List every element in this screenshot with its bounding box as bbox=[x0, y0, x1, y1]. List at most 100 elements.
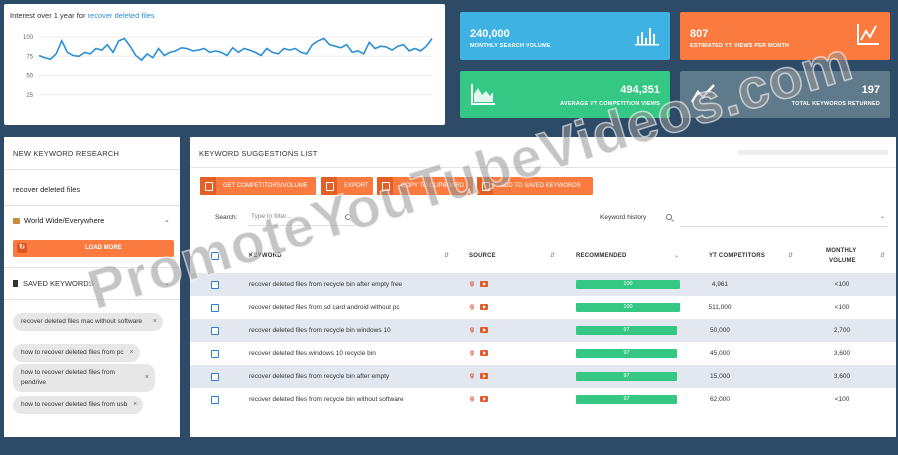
copy-to-clipboard-button[interactable]: COPY TO CLIPBOARD bbox=[377, 177, 473, 195]
keyword-cell: recover deleted files windows 10 recycle… bbox=[249, 350, 376, 357]
keyword-cell: recover deleted files from recycle bin a… bbox=[249, 281, 403, 288]
recommended-score-bar: 97 bbox=[576, 326, 677, 335]
chart-icon bbox=[200, 177, 216, 195]
bar-chart-icon bbox=[635, 28, 659, 46]
table-row[interactable]: recover deleted files from recycle bin a… bbox=[190, 273, 896, 296]
volume-cell: <100 bbox=[834, 396, 850, 403]
chevron-down-icon[interactable]: ⌄ bbox=[164, 279, 170, 287]
google-icon: g bbox=[470, 349, 474, 356]
load-more-label: LOAD MORE bbox=[85, 245, 122, 251]
saved-keyword-chip[interactable]: recover deleted files mac without softwa… bbox=[13, 313, 163, 331]
keyword-input[interactable]: recover deleted files bbox=[13, 185, 80, 194]
column-recommended[interactable]: RECOMMENDED bbox=[576, 253, 627, 259]
close-icon[interactable]: × bbox=[133, 400, 137, 411]
close-icon[interactable]: × bbox=[130, 348, 134, 359]
row-checkbox[interactable] bbox=[211, 304, 219, 312]
youtube-icon bbox=[480, 350, 488, 356]
interest-line-chart: 100 75 50 25 bbox=[23, 35, 433, 99]
recommended-score-bar: 97 bbox=[576, 349, 677, 358]
saved-keyword-text: recover deleted files mac without softwa… bbox=[21, 318, 143, 325]
trend-line-icon bbox=[690, 84, 715, 103]
clipboard-icon bbox=[377, 177, 393, 195]
column-volume-line1[interactable]: MONTHLY bbox=[826, 248, 857, 254]
keyword-history-label: Keyword history bbox=[600, 214, 647, 221]
keyword-history-select[interactable] bbox=[680, 226, 888, 227]
loading-progress-bar bbox=[738, 150, 888, 155]
row-checkbox[interactable] bbox=[211, 327, 219, 335]
search-icon[interactable] bbox=[666, 214, 672, 220]
table-row[interactable]: recover deleted files from sd card andro… bbox=[190, 296, 896, 319]
keyword-cell: recover deleted files from recycle bin w… bbox=[249, 327, 391, 334]
select-all-checkbox[interactable] bbox=[211, 252, 219, 260]
divider bbox=[4, 169, 180, 170]
add-to-saved-keywords-button[interactable]: ADD TO SAVED KEYWORDS bbox=[477, 177, 593, 195]
keyword-cell: recover deleted files from recycle bin a… bbox=[249, 373, 390, 380]
sort-icon[interactable]: ⇵ bbox=[444, 252, 449, 259]
y-tick-label: 25 bbox=[26, 93, 33, 99]
saved-keyword-chip[interactable]: how to recover deleted files from pendri… bbox=[13, 364, 155, 392]
competitors-cell: 50,000 bbox=[710, 327, 730, 334]
stat-label: ESTIMATED YT VIEWS PER MONTH bbox=[690, 43, 790, 49]
sort-icon[interactable]: ⇵ bbox=[788, 252, 793, 259]
competitors-cell: 45,000 bbox=[710, 350, 730, 357]
competitors-cell: 4,961 bbox=[711, 281, 729, 288]
close-icon[interactable]: × bbox=[145, 373, 149, 384]
volume-cell: <100 bbox=[834, 281, 850, 288]
sort-icon[interactable]: ⌄ bbox=[674, 252, 679, 259]
area-chart-icon bbox=[471, 84, 495, 105]
saved-keywords-header[interactable]: SAVED KEYWORDS bbox=[13, 279, 94, 288]
search-icon[interactable] bbox=[345, 214, 351, 220]
competitors-cell: 511,000 bbox=[708, 304, 732, 311]
bookmark-icon bbox=[13, 280, 18, 287]
column-competitors[interactable]: YT COMPETITORS bbox=[709, 253, 765, 259]
google-icon: g bbox=[470, 326, 474, 333]
button-label: GET COMPETITORS/VOLUME bbox=[223, 183, 308, 189]
row-checkbox[interactable] bbox=[211, 350, 219, 358]
youtube-icon bbox=[480, 304, 488, 310]
sort-icon[interactable]: ⇵ bbox=[880, 252, 885, 259]
table-row[interactable]: recover deleted files from recycle bin w… bbox=[190, 388, 896, 411]
location-select[interactable]: World Wide/Everywhere bbox=[13, 216, 104, 225]
y-tick-label: 100 bbox=[23, 35, 34, 41]
column-volume-line2[interactable]: VOLUME bbox=[829, 258, 856, 264]
google-icon: g bbox=[470, 372, 474, 379]
keyword-cell: recover deleted files from sd card andro… bbox=[249, 304, 400, 311]
new-keyword-research-panel: NEW KEYWORD RESEARCH recover deleted fil… bbox=[4, 137, 180, 437]
saved-keyword-text: how to recover deleted files from pendri… bbox=[21, 369, 115, 386]
export-button[interactable]: EXPORT bbox=[321, 177, 373, 195]
row-checkbox[interactable] bbox=[211, 281, 219, 289]
chevron-down-icon[interactable]: ⌄ bbox=[880, 213, 885, 220]
button-label: ADD TO SAVED KEYWORDS bbox=[500, 183, 581, 189]
stat-label: AVERAGE YT COMPETITION VIEWS bbox=[560, 101, 660, 107]
column-source[interactable]: SOURCE bbox=[469, 253, 496, 259]
saved-keyword-chip[interactable]: how to recover deleted files from pc × bbox=[13, 344, 140, 362]
row-checkbox[interactable] bbox=[211, 396, 219, 404]
table-row[interactable]: recover deleted files windows 10 recycle… bbox=[190, 342, 896, 365]
google-icon: g bbox=[470, 303, 474, 310]
sort-icon[interactable]: ⇵ bbox=[550, 252, 555, 259]
close-icon[interactable]: × bbox=[153, 317, 157, 328]
stat-card-competition-views: 494,351 AVERAGE YT COMPETITION VIEWS bbox=[460, 71, 670, 118]
recommended-score-bar: 100 bbox=[576, 280, 680, 289]
google-icon: g bbox=[470, 395, 474, 402]
load-more-button[interactable]: ↻ LOAD MORE bbox=[13, 240, 174, 257]
location-value: World Wide/Everywhere bbox=[24, 216, 105, 225]
stat-card-estimated-views: 807 ESTIMATED YT VIEWS PER MONTH bbox=[680, 12, 890, 60]
table-row[interactable]: recover deleted files from recycle bin a… bbox=[190, 365, 896, 388]
get-competitors-volume-button[interactable]: GET COMPETITORS/VOLUME bbox=[200, 177, 316, 195]
y-tick-label: 75 bbox=[26, 54, 33, 60]
interest-chart-panel: Interest over 1 year for recover deleted… bbox=[4, 4, 445, 125]
saved-keyword-text: how to recover deleted files from pc bbox=[21, 349, 124, 356]
chevron-down-icon[interactable]: ⌄ bbox=[164, 216, 170, 224]
panel-title: NEW KEYWORD RESEARCH bbox=[13, 149, 120, 158]
youtube-icon bbox=[480, 373, 488, 379]
filter-input[interactable] bbox=[248, 208, 358, 226]
table-row[interactable]: recover deleted files from recycle bin w… bbox=[190, 319, 896, 342]
stat-card-total-keywords: 197 TOTAL KEYWORDS RETURNED bbox=[680, 71, 890, 118]
panel-title: KEYWORD SUGGESTIONS LIST bbox=[199, 149, 318, 158]
search-label: Search: bbox=[215, 214, 238, 221]
row-checkbox[interactable] bbox=[211, 373, 219, 381]
saved-keyword-chip[interactable]: how to recover deleted files from usb × bbox=[13, 396, 144, 414]
youtube-icon bbox=[480, 327, 488, 333]
column-keyword[interactable]: KEYWORD bbox=[249, 253, 282, 259]
